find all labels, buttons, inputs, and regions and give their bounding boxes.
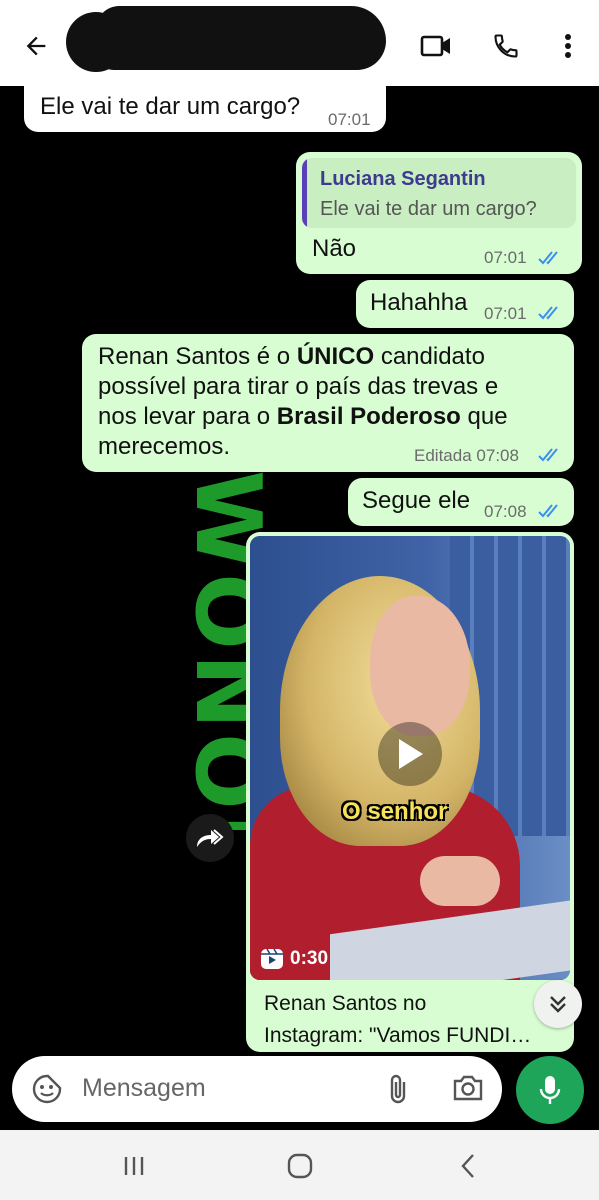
message-text: Ele vai te dar um cargo? [40,93,301,120]
message-time: 07:01 [328,110,371,129]
home-button[interactable] [280,1146,320,1186]
more-options-button[interactable] [546,24,590,68]
message-input[interactable]: Mensagem [82,1074,206,1103]
phone-icon [494,34,518,58]
message-text: Hahahha [370,289,468,316]
recent-apps-icon [124,1157,144,1175]
voice-message-button[interactable] [516,1056,584,1124]
message-bubble-outgoing[interactable]: Renan Santos é o ÚNICO candidato possíve… [82,334,574,472]
arrow-left-icon [26,36,46,56]
contact-name[interactable] [96,6,386,70]
message-bubble-incoming[interactable]: Ele vai te dar um cargo? 07:01 [24,82,386,132]
message-line: nos levar para o Brasil Poderoso que [98,403,508,430]
reels-icon [261,948,283,969]
message-line: Renan Santos é o ÚNICO candidato [98,343,485,370]
message-text: Segue ele [362,487,471,514]
message-line: possível para tirar o país das trevas e [98,373,499,400]
video-person-face [370,596,470,736]
back-nav-button[interactable] [448,1146,488,1186]
message-text: Não [312,235,357,262]
back-nav-icon [461,1154,474,1178]
link-preview-title[interactable]: Renan Santos no Instagram: "Vamos FUNDI… [264,988,560,1052]
camera-icon[interactable] [452,1074,484,1102]
quoted-message[interactable]: Luciana Segantin Ele vai te dar um cargo… [302,158,576,228]
message-time: 07:01 [484,304,527,323]
message-composer[interactable]: Mensagem [12,1056,502,1122]
message-bubble-outgoing[interactable]: Luciana Segantin Ele vai te dar um cargo… [296,152,582,274]
quote-text: Ele vai te dar um cargo? [320,198,537,220]
message-bubble-outgoing[interactable]: Hahahha 07:01 [356,280,574,328]
read-ticks-icon [538,504,558,518]
message-line: merecemos. [98,433,231,460]
message-time: 07:01 [484,248,527,267]
back-button[interactable] [16,26,56,66]
system-navigation-bar [0,1130,599,1200]
mic-icon [539,1076,561,1104]
forward-button[interactable] [186,814,234,862]
phone-button[interactable] [484,24,528,68]
read-ticks-icon [538,306,558,320]
recent-apps-button[interactable] [114,1146,154,1186]
chat-header [0,0,599,86]
sticker-icon[interactable] [32,1074,62,1104]
home-icon [287,1153,313,1179]
scroll-to-bottom-button[interactable] [534,980,582,1028]
video-call-icon [420,35,450,57]
video-thumbnail[interactable]: O senhor 0:30 [250,536,570,980]
quote-bar [302,158,307,228]
video-person-hand [420,856,500,906]
message-bubble-outgoing[interactable]: Segue ele 07:08 [348,478,574,526]
play-icon [399,739,423,769]
quote-author: Luciana Segantin [320,168,486,190]
play-button[interactable] [378,722,442,786]
video-duration: 0:30 [260,948,328,970]
more-vert-icon [565,34,571,58]
read-ticks-icon [538,448,558,462]
video-call-button[interactable] [414,24,458,68]
double-chevron-down-icon [550,996,566,1013]
attach-icon[interactable] [386,1074,410,1106]
video-link-bubble[interactable]: O senhor 0:30 Renan Santos no Instagram:… [246,532,574,1052]
message-time: 07:08 [484,502,527,521]
video-caption: O senhor [342,798,448,825]
read-ticks-icon [538,251,558,265]
forward-icon [197,829,224,847]
edited-label: Editada 07:08 [414,446,519,465]
